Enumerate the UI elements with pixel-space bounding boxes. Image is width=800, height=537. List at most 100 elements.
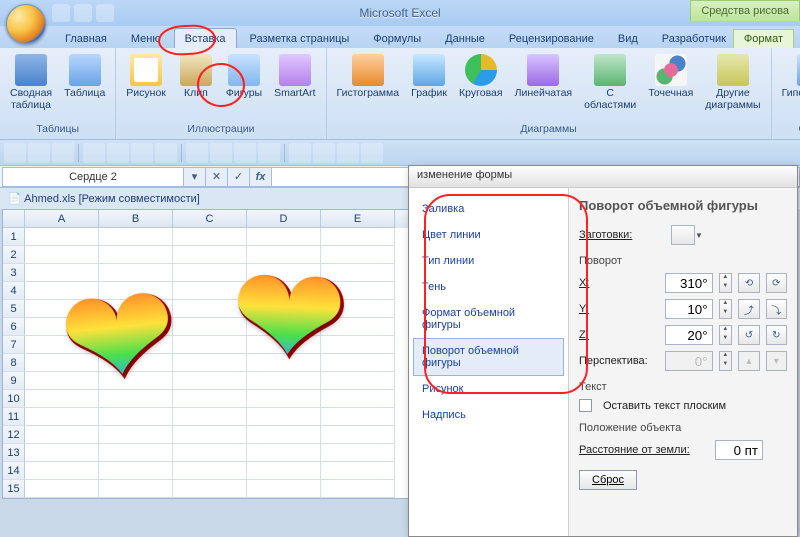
cell[interactable] <box>247 282 321 300</box>
qat2-btn[interactable] <box>28 143 50 163</box>
cell[interactable] <box>25 318 99 336</box>
cell[interactable] <box>99 390 173 408</box>
chart-bar-button[interactable]: Линейчатая <box>511 52 577 102</box>
tab-review[interactable]: Рецензирование <box>498 28 605 48</box>
cell[interactable] <box>321 300 395 318</box>
row-header[interactable]: 7 <box>3 336 25 354</box>
name-box[interactable]: Сердце 2 <box>2 167 184 187</box>
nav-3d-rotation[interactable]: Поворот объемной фигуры <box>413 338 564 376</box>
chart-line-button[interactable]: График <box>407 52 451 102</box>
cell[interactable] <box>25 246 99 264</box>
cell[interactable] <box>25 264 99 282</box>
tab-data[interactable]: Данные <box>434 28 496 48</box>
cell[interactable] <box>247 426 321 444</box>
clipart-button[interactable]: Клип <box>174 52 218 102</box>
cell[interactable] <box>173 444 247 462</box>
cell[interactable] <box>247 336 321 354</box>
cell[interactable] <box>99 336 173 354</box>
cell[interactable] <box>173 354 247 372</box>
col-header[interactable]: A <box>25 210 99 228</box>
cell[interactable] <box>99 462 173 480</box>
row-header[interactable]: 5 <box>3 300 25 318</box>
qat2-btn[interactable] <box>131 143 153 163</box>
cell[interactable] <box>173 372 247 390</box>
cell[interactable] <box>99 372 173 390</box>
reset-button[interactable]: Сброс <box>579 470 637 490</box>
cell[interactable] <box>321 408 395 426</box>
cell[interactable] <box>173 426 247 444</box>
col-header[interactable]: C <box>173 210 247 228</box>
cell[interactable] <box>173 408 247 426</box>
cell[interactable] <box>321 462 395 480</box>
row-header[interactable]: 4 <box>3 282 25 300</box>
namebox-dropdown-icon[interactable]: ▾ <box>184 167 206 187</box>
z-input[interactable] <box>665 325 713 345</box>
z-rotate-ccw-icon[interactable]: ↺ <box>738 325 759 345</box>
row-header[interactable]: 8 <box>3 354 25 372</box>
qat-save-icon[interactable] <box>52 4 70 22</box>
cell[interactable] <box>99 354 173 372</box>
qat2-btn[interactable] <box>210 143 232 163</box>
cell[interactable] <box>99 282 173 300</box>
row-header[interactable]: 6 <box>3 318 25 336</box>
cell[interactable] <box>173 480 247 498</box>
cell[interactable] <box>173 390 247 408</box>
cell[interactable] <box>321 480 395 498</box>
cell[interactable] <box>173 336 247 354</box>
nav-shadow[interactable]: Тень <box>413 274 564 300</box>
cell[interactable] <box>321 390 395 408</box>
qat2-btn[interactable] <box>186 143 208 163</box>
cell[interactable] <box>321 444 395 462</box>
row-header[interactable]: 12 <box>3 426 25 444</box>
row-header[interactable]: 15 <box>3 480 25 498</box>
col-header[interactable]: E <box>321 210 395 228</box>
presets-dropdown[interactable] <box>671 225 695 245</box>
cell[interactable] <box>25 282 99 300</box>
row-header[interactable]: 10 <box>3 390 25 408</box>
row-header[interactable]: 13 <box>3 444 25 462</box>
chart-area-button[interactable]: С областями <box>580 52 640 113</box>
cell[interactable] <box>173 264 247 282</box>
cell[interactable] <box>25 300 99 318</box>
nav-line-color[interactable]: Цвет линии <box>413 222 564 248</box>
tab-formulas[interactable]: Формулы <box>362 28 432 48</box>
cell[interactable] <box>247 354 321 372</box>
cell[interactable] <box>25 354 99 372</box>
cell[interactable] <box>99 444 173 462</box>
y-input[interactable] <box>665 299 713 319</box>
qat2-btn[interactable] <box>83 143 105 163</box>
cell[interactable] <box>321 264 395 282</box>
x-rotate-right-icon[interactable]: ⟳ <box>766 273 787 293</box>
pivot-table-button[interactable]: Сводная таблица <box>6 52 56 113</box>
qat-undo-icon[interactable] <box>74 4 92 22</box>
chart-other-button[interactable]: Другие диаграммы <box>701 52 764 113</box>
z-rotate-cw-icon[interactable]: ↻ <box>766 325 787 345</box>
distance-input[interactable] <box>715 440 763 460</box>
tab-format[interactable]: Формат <box>733 29 794 48</box>
col-header[interactable]: B <box>99 210 173 228</box>
hyperlink-button[interactable]: Гиперссылка <box>778 52 800 102</box>
row-header[interactable]: 14 <box>3 462 25 480</box>
x-rotate-left-icon[interactable]: ⟲ <box>738 273 759 293</box>
cell[interactable] <box>25 426 99 444</box>
x-spinner[interactable]: ▲▼ <box>719 273 733 293</box>
cell[interactable] <box>247 228 321 246</box>
cell[interactable] <box>247 318 321 336</box>
select-all-corner[interactable] <box>3 210 25 228</box>
shapes-button[interactable]: Фигуры <box>222 52 266 102</box>
row-header[interactable]: 9 <box>3 372 25 390</box>
y-rotate-down-icon[interactable]: ⤵ <box>766 299 787 319</box>
cancel-formula-icon[interactable]: ✕ <box>206 167 228 187</box>
cell[interactable] <box>321 246 395 264</box>
cell[interactable] <box>247 246 321 264</box>
chart-pie-button[interactable]: Круговая <box>455 52 507 102</box>
cell[interactable] <box>247 444 321 462</box>
qat2-btn[interactable] <box>234 143 256 163</box>
cell[interactable] <box>173 300 247 318</box>
cell[interactable] <box>173 318 247 336</box>
cell[interactable] <box>321 336 395 354</box>
cell[interactable] <box>247 462 321 480</box>
enter-formula-icon[interactable]: ✓ <box>228 167 250 187</box>
cell[interactable] <box>25 390 99 408</box>
nav-picture[interactable]: Рисунок <box>413 376 564 402</box>
